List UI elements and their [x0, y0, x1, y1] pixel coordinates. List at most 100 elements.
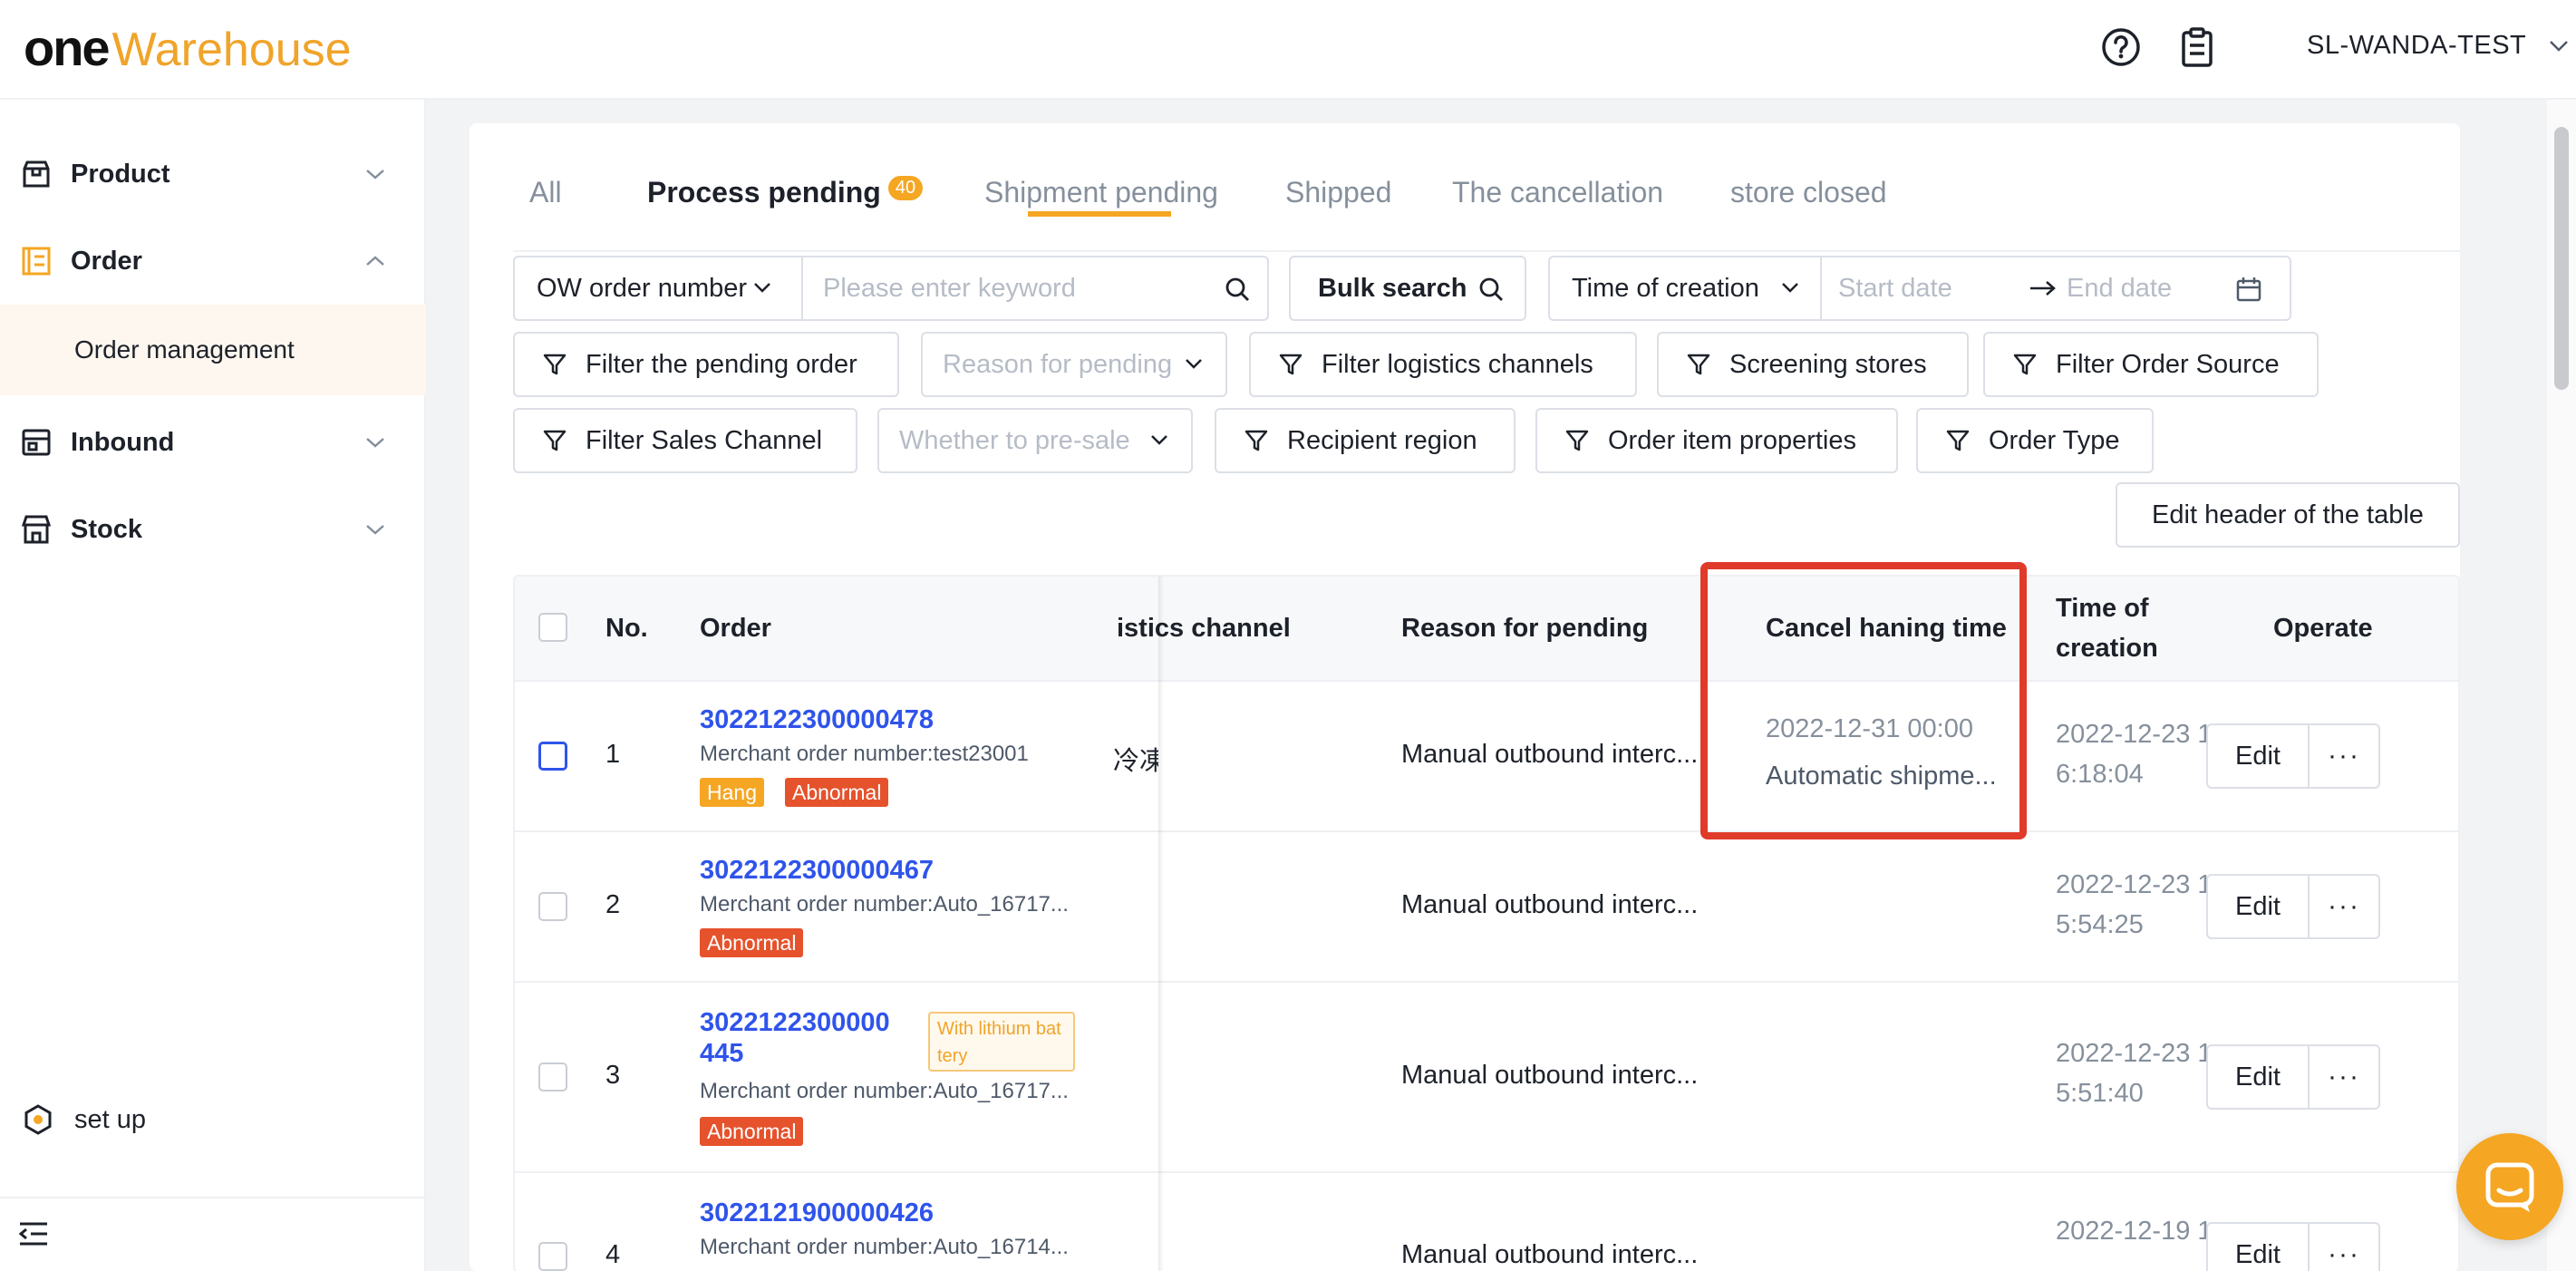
- creation-time-line2: 6:18:04: [2056, 760, 2144, 789]
- search-icon: [1479, 277, 1503, 301]
- filter-label: Filter Sales Channel: [586, 425, 823, 455]
- user-account-name[interactable]: SL-WANDA-TEST: [2307, 31, 2526, 61]
- table-row[interactable]: 4 3022121900000426 Merchant order number…: [515, 1171, 2458, 1271]
- presale-select[interactable]: Whether to pre-sale: [877, 408, 1193, 473]
- collapse-menu-icon[interactable]: [18, 1220, 49, 1247]
- sidebar-item-inbound[interactable]: Inbound: [0, 399, 426, 486]
- orders-table: No. Order istics channel Reason for pend…: [513, 575, 2460, 1271]
- merchant-order-number: Merchant order number:test23001: [700, 742, 1029, 766]
- screening-stores-button[interactable]: Screening stores: [1657, 332, 1969, 397]
- start-date-input[interactable]: Start date: [1838, 274, 1952, 304]
- sidebar-subitem-order-management[interactable]: Order management: [0, 305, 426, 395]
- fixed-column-shadow: [1158, 577, 1164, 1271]
- more-actions-button[interactable]: ···: [2310, 723, 2380, 789]
- more-actions-button[interactable]: ···: [2310, 1044, 2380, 1110]
- more-actions-button[interactable]: ···: [2310, 874, 2380, 939]
- order-number-link-line2[interactable]: 445: [700, 1039, 743, 1069]
- creation-time-line2: 5:51:40: [2056, 1079, 2144, 1108]
- filter-pending-order-button[interactable]: Filter the pending order: [513, 332, 899, 397]
- filter-icon: [1244, 430, 1268, 451]
- filter-icon: [543, 354, 567, 375]
- select-all-checkbox[interactable]: [538, 613, 567, 642]
- chevron-down-icon[interactable]: [2547, 36, 2571, 54]
- time-field-select-label[interactable]: Time of creation: [1572, 274, 1759, 304]
- row-checkbox[interactable]: [538, 892, 567, 921]
- filter-label: Screening stores: [1729, 349, 1927, 379]
- filter-order-source-button[interactable]: Filter Order Source: [1983, 332, 2319, 397]
- date-range-group: Time of creation Start date End date: [1548, 256, 2291, 321]
- chevron-down-icon: [366, 438, 384, 448]
- order-number-link[interactable]: 3022122300000: [700, 1008, 890, 1038]
- tab-shipment-pending[interactable]: Shipment pending: [984, 176, 1218, 209]
- clipboard-icon[interactable]: [2175, 25, 2219, 69]
- filter-logistics-button[interactable]: Filter logistics channels: [1249, 332, 1637, 397]
- creation-time: 2022-12-19 1: [2056, 1217, 2213, 1246]
- chevron-down-icon[interactable]: [1780, 277, 1800, 297]
- order-number-link[interactable]: 3022122300000467: [700, 856, 934, 886]
- order-type-button[interactable]: Order Type: [1916, 408, 2154, 473]
- reason-pending-select[interactable]: Reason for pending: [921, 332, 1227, 397]
- status-badge-abnormal: Abnormal: [785, 778, 889, 807]
- edit-button[interactable]: Edit: [2206, 1222, 2310, 1271]
- edit-button[interactable]: Edit: [2206, 874, 2310, 939]
- row-checkbox[interactable]: [538, 742, 567, 771]
- tab-count-badge: 40: [887, 176, 924, 200]
- help-circle-icon[interactable]: [2099, 25, 2143, 69]
- column-header-cancel-time: Cancel haning time: [1766, 614, 2007, 643]
- tab-shipped[interactable]: Shipped: [1285, 176, 1391, 209]
- keyword-search-group: OW order number Please enter keyword: [513, 256, 1269, 321]
- order-number-link[interactable]: 3022122300000478: [700, 705, 934, 735]
- tab-cancellation[interactable]: The cancellation: [1452, 176, 1663, 209]
- chevron-down-icon: [366, 525, 384, 535]
- chevron-down-icon: [1186, 359, 1202, 369]
- select-placeholder: Reason for pending: [943, 349, 1173, 379]
- search-icon[interactable]: [1224, 276, 1251, 303]
- row-number: 2: [605, 890, 621, 919]
- sidebar-subitem-label: Order management: [74, 335, 295, 364]
- page-scrollbar[interactable]: [2547, 100, 2576, 1271]
- sidebar-item-label: Inbound: [71, 427, 175, 457]
- edit-table-header-button[interactable]: Edit header of the table: [2116, 482, 2460, 548]
- edit-button[interactable]: Edit: [2206, 1044, 2310, 1110]
- sidebar-item-stock[interactable]: Stock: [0, 486, 426, 573]
- order-field-select-label[interactable]: OW order number: [537, 274, 747, 304]
- filter-icon: [1565, 430, 1589, 451]
- active-tab-indicator: [1028, 211, 1171, 217]
- lithium-battery-tag: With lithium bat tery: [928, 1012, 1075, 1072]
- edit-button[interactable]: Edit: [2206, 723, 2310, 789]
- column-header-operate: Operate: [2273, 614, 2373, 643]
- scrollbar-thumb[interactable]: [2554, 127, 2569, 390]
- tab-process-pending[interactable]: Process pending 40: [647, 176, 924, 209]
- filter-sales-channel-button[interactable]: Filter Sales Channel: [513, 408, 857, 473]
- table-row[interactable]: 3 3022122300000 445 With lithium bat ter…: [515, 981, 2458, 1171]
- table-row[interactable]: 2 3022122300000467 Merchant order number…: [515, 830, 2458, 981]
- filter-icon: [1946, 430, 1970, 451]
- table-header: No. Order istics channel Reason for pend…: [515, 577, 2458, 680]
- bulk-search-button[interactable]: Bulk search: [1289, 256, 1526, 321]
- tab-store-closed[interactable]: store closed: [1730, 176, 1887, 209]
- keyword-input[interactable]: Please enter keyword: [823, 274, 1076, 304]
- calendar-icon[interactable]: [2235, 276, 2262, 303]
- sidebar-item-setup[interactable]: set up: [0, 1079, 426, 1160]
- sidebar-item-product[interactable]: Product: [0, 131, 426, 218]
- sidebar-item-order[interactable]: Order: [0, 218, 426, 305]
- support-chat-button[interactable]: [2456, 1133, 2563, 1240]
- row-checkbox[interactable]: [538, 1062, 567, 1092]
- table-row[interactable]: 1 3022122300000478 Merchant order number…: [515, 680, 2458, 830]
- brand-logo[interactable]: one Warehouse: [24, 18, 352, 82]
- chevron-down-icon: [366, 170, 384, 179]
- column-header-reason: Reason for pending: [1401, 614, 1649, 643]
- order-number-link[interactable]: 3022121900000426: [700, 1198, 934, 1228]
- tab-all[interactable]: All: [529, 176, 562, 209]
- inbound-icon: [22, 429, 51, 456]
- sidebar-footer: [0, 1197, 426, 1271]
- end-date-input[interactable]: End date: [2067, 274, 2172, 304]
- arrow-right-icon: [2030, 281, 2056, 296]
- filter-icon: [2013, 354, 2037, 375]
- row-checkbox[interactable]: [538, 1242, 567, 1271]
- order-item-properties-button[interactable]: Order item properties: [1535, 408, 1898, 473]
- chevron-down-icon[interactable]: [752, 277, 772, 297]
- status-badge-abnormal: Abnormal: [700, 1117, 804, 1146]
- recipient-region-button[interactable]: Recipient region: [1215, 408, 1516, 473]
- more-actions-button[interactable]: ···: [2310, 1222, 2380, 1271]
